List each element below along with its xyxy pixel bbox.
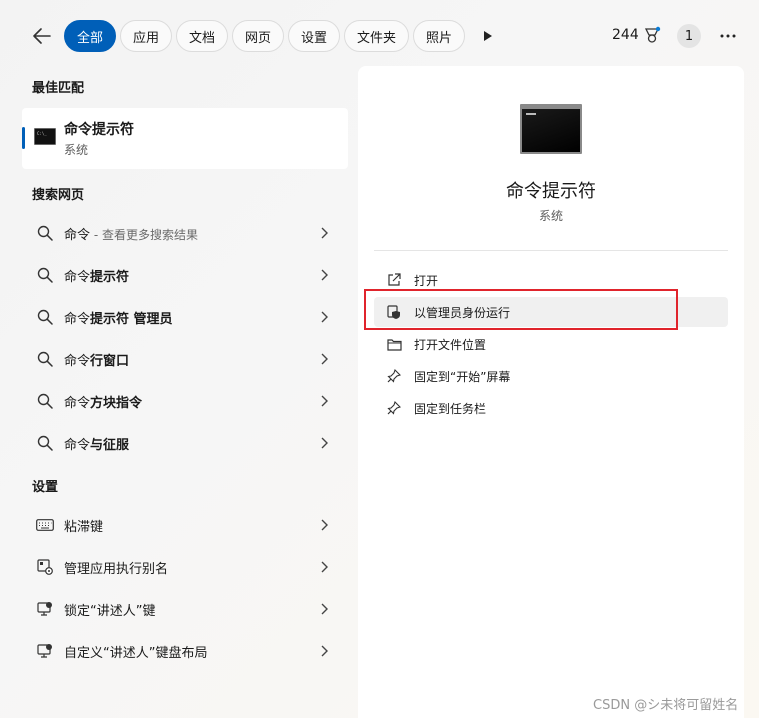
- settings-item-sticky-keys[interactable]: 粘滞键: [22, 505, 348, 545]
- folder-icon: [386, 336, 402, 352]
- selection-indicator: [22, 127, 25, 149]
- action-label: 打开: [414, 273, 439, 288]
- filter-tab-photos[interactable]: 照片: [413, 20, 465, 52]
- command-prompt-large-icon: [520, 104, 582, 154]
- best-match-heading: 最佳匹配: [32, 81, 85, 96]
- search-icon: [36, 434, 54, 452]
- filter-tab-documents[interactable]: 文档: [176, 20, 228, 52]
- settings-item-label: 粘滞键: [64, 519, 104, 535]
- chevron-right-icon: [318, 644, 330, 658]
- detail-panel: 命令提示符 系统 打开 以管理员身份运行 打开文件位置 固定到“开始”屏幕 固定…: [358, 66, 744, 718]
- settings-item-lock-narrator-key[interactable]: 锁定“讲述人”键: [22, 589, 348, 629]
- settings-item-label: 锁定“讲述人”键: [64, 603, 156, 619]
- detail-app-type: 系统: [538, 209, 563, 223]
- search-header: 全部 应用 文档 网页 设置 文件夹 照片 244 1: [0, 0, 759, 70]
- rewards-icon: [644, 26, 660, 43]
- filter-tab-web[interactable]: 网页: [232, 20, 284, 52]
- action-label: 固定到“开始”屏幕: [414, 369, 511, 384]
- query-prefix: 命令: [64, 395, 91, 411]
- query-suffix: - 查看更多搜索结果: [90, 227, 198, 242]
- query-completion: 提示符: [90, 269, 130, 285]
- chevron-right-icon: [318, 268, 330, 282]
- search-icon: [36, 350, 54, 368]
- narrator-icon: [36, 642, 54, 660]
- rewards-points[interactable]: 244: [612, 26, 661, 44]
- rewards-points-value: 244: [612, 27, 639, 43]
- settings-item-app-aliases[interactable]: 管理应用执行别名: [22, 547, 348, 587]
- filter-tabs: 全部 应用 文档 网页 设置 文件夹 照片: [64, 20, 503, 52]
- query-prefix: 命令: [64, 437, 91, 453]
- play-icon: [484, 31, 492, 41]
- settings-item-narrator-keyboard-layout[interactable]: 自定义“讲述人”键盘布局: [22, 631, 348, 671]
- query-prefix: 命令: [64, 227, 91, 243]
- action-label: 打开文件位置: [414, 337, 487, 352]
- settings-item-label: 自定义“讲述人”键盘布局: [64, 645, 208, 661]
- query-prefix: 命令: [64, 311, 91, 327]
- divider: [374, 250, 728, 251]
- filter-tab-settings[interactable]: 设置: [288, 20, 340, 52]
- pin-icon: [386, 400, 402, 416]
- detail-app-name: 命令提示符: [506, 181, 596, 202]
- action-open-file-location[interactable]: 打开文件位置: [374, 329, 728, 359]
- keyboard-icon: [36, 516, 54, 534]
- query-completion: 方块指令: [90, 395, 143, 411]
- search-icon: [36, 308, 54, 326]
- web-search-item[interactable]: 命令与征服: [22, 423, 348, 463]
- back-button[interactable]: [28, 22, 56, 50]
- best-match-result[interactable]: 命令提示符 系统: [22, 108, 348, 169]
- ellipsis-icon: [720, 34, 736, 38]
- back-arrow-icon: [33, 28, 51, 44]
- action-pin-to-taskbar[interactable]: 固定到任务栏: [374, 393, 728, 423]
- search-icon: [36, 392, 54, 410]
- web-search-item[interactable]: 命令行窗口: [22, 339, 348, 379]
- app-alias-icon: [36, 558, 54, 576]
- best-match-name: 命令提示符: [64, 122, 134, 138]
- filter-tab-all[interactable]: 全部: [64, 20, 116, 52]
- web-search-item[interactable]: 命令方块指令: [22, 381, 348, 421]
- action-pin-to-start[interactable]: 固定到“开始”屏幕: [374, 361, 728, 391]
- web-search-item[interactable]: 命令提示符 管理员: [22, 297, 348, 337]
- settings-item-label: 管理应用执行别名: [64, 561, 169, 577]
- highlight-annotation: [364, 289, 678, 330]
- search-icon: [36, 224, 54, 242]
- chevron-right-icon: [318, 226, 330, 240]
- more-options-button[interactable]: [715, 24, 741, 48]
- filter-tab-apps[interactable]: 应用: [120, 20, 172, 52]
- chevron-right-icon: [318, 352, 330, 366]
- more-filters-button[interactable]: [473, 20, 503, 52]
- watermark: CSDN @シ未将可留姓名: [593, 698, 739, 713]
- web-search-heading: 搜索网页: [32, 188, 85, 203]
- best-match-type: 系统: [64, 143, 89, 157]
- open-external-icon: [386, 272, 402, 288]
- command-prompt-icon: [34, 128, 56, 145]
- chevron-right-icon: [318, 436, 330, 450]
- query-prefix: 命令: [64, 353, 91, 369]
- query-completion: 提示符 管理员: [90, 311, 173, 327]
- action-label: 固定到任务栏: [414, 401, 487, 416]
- chevron-right-icon: [318, 518, 330, 532]
- narrator-icon: [36, 600, 54, 618]
- web-search-item[interactable]: 命令提示符: [22, 255, 348, 295]
- query-completion: 行窗口: [90, 353, 130, 369]
- pin-icon: [386, 368, 402, 384]
- chevron-right-icon: [318, 310, 330, 324]
- web-search-item[interactable]: 命令 - 查看更多搜索结果: [22, 213, 348, 253]
- account-badge[interactable]: 1: [677, 24, 701, 48]
- query-prefix: 命令: [64, 269, 91, 285]
- search-icon: [36, 266, 54, 284]
- chevron-right-icon: [318, 560, 330, 574]
- chevron-right-icon: [318, 394, 330, 408]
- chevron-right-icon: [318, 602, 330, 616]
- filter-tab-folders[interactable]: 文件夹: [344, 20, 409, 52]
- query-completion: 与征服: [90, 437, 130, 453]
- settings-heading: 设置: [32, 480, 59, 495]
